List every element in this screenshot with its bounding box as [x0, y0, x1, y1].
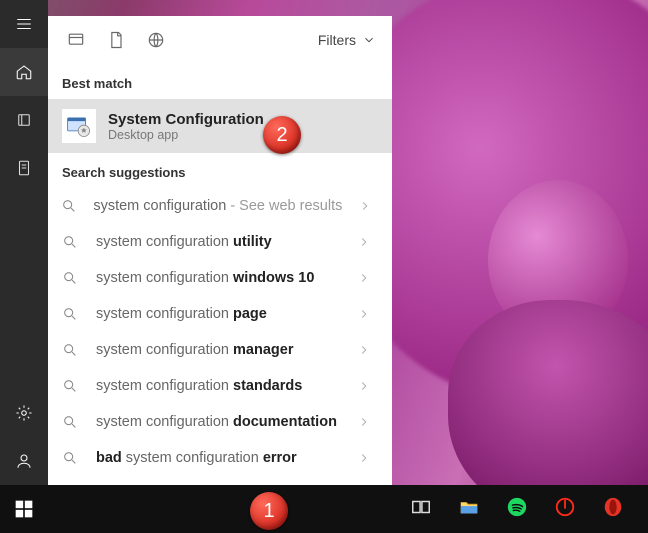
- chevron-right-icon[interactable]: [352, 192, 378, 220]
- filters-label: Filters: [318, 32, 356, 48]
- hamburger-icon[interactable]: [0, 0, 48, 48]
- taskbar: [0, 485, 648, 533]
- search-suggestion[interactable]: system configuration standards: [48, 368, 392, 404]
- chevron-right-icon[interactable]: [350, 444, 378, 472]
- search-suggestion[interactable]: bad system configuration error: [48, 440, 392, 476]
- chevron-right-icon[interactable]: [350, 300, 378, 328]
- search-icon: [54, 370, 86, 402]
- search-suggestion[interactable]: system configuration documentation: [48, 404, 392, 440]
- best-match-title: System Configuration: [108, 111, 264, 128]
- suggestion-text: system configuration manager: [96, 342, 340, 358]
- chevron-down-icon: [362, 33, 376, 47]
- search-icon: [54, 442, 86, 474]
- search-icon: [54, 262, 86, 294]
- start-left-rail: [0, 0, 48, 485]
- search-suggestion[interactable]: system configuration manager: [48, 332, 392, 368]
- start-button[interactable]: [0, 485, 48, 533]
- best-match-subtitle: Desktop app: [108, 128, 264, 142]
- suggestion-text: system configuration documentation: [96, 414, 340, 430]
- search-suggestion[interactable]: system configuration - See web results: [48, 188, 392, 224]
- search-suggestion[interactable]: system configuration windows 10: [48, 260, 392, 296]
- chevron-right-icon[interactable]: [350, 336, 378, 364]
- system-configuration-app-icon: [62, 109, 96, 143]
- search-icon: [54, 334, 86, 366]
- search-scope-tabs: Filters: [48, 16, 392, 64]
- search-icon: [54, 190, 83, 222]
- chevron-right-icon[interactable]: [350, 408, 378, 436]
- settings-gear-icon[interactable]: [0, 389, 48, 437]
- search-suggestion[interactable]: system configuration page: [48, 296, 392, 332]
- task-view-button[interactable]: [410, 496, 432, 523]
- suggestion-text: system configuration standards: [96, 378, 340, 394]
- chevron-right-icon[interactable]: [350, 372, 378, 400]
- chevron-right-icon[interactable]: [350, 228, 378, 256]
- opera-icon[interactable]: [602, 496, 624, 523]
- power-icon[interactable]: [554, 496, 576, 523]
- scope-documents-icon[interactable]: [96, 20, 136, 60]
- suggestion-text: system configuration page: [96, 306, 340, 322]
- suggestion-text: system configuration utility: [96, 234, 340, 250]
- taskbar-pinned-apps: [392, 496, 624, 523]
- search-icon: [54, 226, 86, 258]
- suggestions-heading: Search suggestions: [48, 153, 392, 188]
- annotation-badge-1: 1: [250, 492, 288, 530]
- search-results-panel: Filters Best match System Configuration …: [48, 16, 392, 485]
- apps-icon[interactable]: [0, 96, 48, 144]
- file-explorer-icon[interactable]: [458, 496, 480, 523]
- account-icon[interactable]: [0, 437, 48, 485]
- scope-apps-icon[interactable]: [56, 20, 96, 60]
- annotation-badge-2: 2: [263, 116, 301, 154]
- search-icon: [54, 298, 86, 330]
- best-match-result[interactable]: System Configuration Desktop app: [48, 99, 392, 153]
- suggestion-text: system configuration windows 10: [96, 270, 340, 286]
- home-icon[interactable]: [0, 48, 48, 96]
- desktop: Filters Best match System Configuration …: [0, 0, 648, 533]
- chevron-right-icon[interactable]: [350, 264, 378, 292]
- best-match-heading: Best match: [48, 64, 392, 99]
- scope-web-icon[interactable]: [136, 20, 176, 60]
- search-suggestion[interactable]: system configuration utility: [48, 224, 392, 260]
- spotify-icon[interactable]: [506, 496, 528, 523]
- suggestion-text: system configuration - See web results: [93, 198, 342, 214]
- search-icon: [54, 406, 86, 438]
- search-suggestions-list: system configuration - See web results sy…: [48, 188, 392, 476]
- suggestion-text: bad system configuration error: [96, 450, 340, 466]
- documents-icon[interactable]: [0, 144, 48, 192]
- filters-dropdown[interactable]: Filters: [310, 32, 384, 48]
